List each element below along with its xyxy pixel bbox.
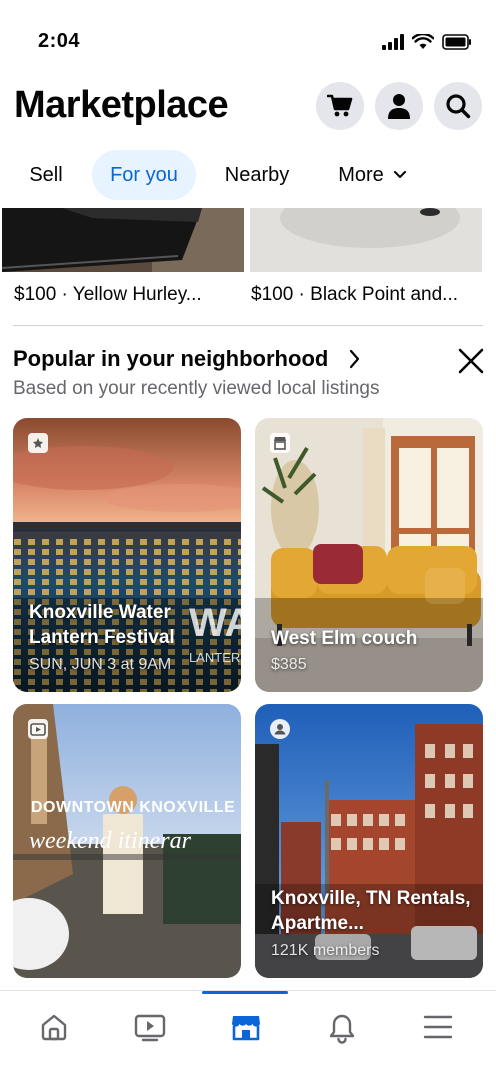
- tab-label: Sell: [29, 163, 63, 186]
- status-icons: [382, 34, 472, 50]
- page-title: Marketplace: [14, 84, 229, 126]
- status-time: 2:04: [38, 30, 81, 52]
- wifi-icon: [412, 34, 434, 49]
- nav-video[interactable]: [130, 1007, 170, 1047]
- section-subtitle: Based on your recently viewed local list…: [13, 378, 380, 399]
- video-icon: [134, 1014, 166, 1042]
- close-icon[interactable]: [458, 348, 484, 374]
- listing-caption[interactable]: $100 · Yellow Hurley...: [14, 284, 242, 306]
- video-icon: [27, 718, 49, 745]
- search-icon: [446, 94, 471, 119]
- tab-label: More: [338, 163, 384, 186]
- card-title: Knoxville, TN Rentals, Apartme...: [271, 888, 471, 934]
- home-icon: [41, 1014, 67, 1041]
- listing-row: $100 · Yellow Hurley... $100 · Black Poi…: [0, 208, 496, 318]
- bottom-nav: [0, 990, 496, 1078]
- marketplace-icon: [232, 1016, 260, 1041]
- chevron-down-icon: [393, 171, 406, 178]
- card-title: West Elm couch: [271, 628, 418, 649]
- card-meta: $385: [271, 656, 307, 673]
- card-title: Knoxville Water Lantern Festival: [29, 602, 175, 648]
- nav-home[interactable]: [34, 1007, 74, 1047]
- overlay-script: weekend itinerar: [29, 828, 192, 854]
- video-card[interactable]: DOWNTOWN KNOXVILLE weekend itinerar: [13, 704, 241, 978]
- section-title[interactable]: Popular in your neighborhood: [13, 346, 328, 372]
- profile-button[interactable]: [375, 82, 423, 130]
- card-photo: [255, 704, 483, 978]
- filter-tabs: Sell For you Nearby More: [0, 150, 496, 200]
- nav-notifications[interactable]: [322, 1007, 362, 1047]
- tab-nearby[interactable]: Nearby: [210, 150, 304, 200]
- listing-image[interactable]: [250, 208, 482, 272]
- overlay-text: DOWNTOWN KNOXVILLE: [31, 799, 235, 816]
- group-card[interactable]: Knoxville, TN Rentals, Apartme... 121K m…: [255, 704, 483, 978]
- person-icon: [388, 94, 410, 119]
- status-bar: 2:04: [0, 0, 496, 84]
- signal-icon: [382, 34, 404, 50]
- shop-icon: [269, 432, 291, 459]
- cart-button[interactable]: [316, 82, 364, 130]
- card-meta: SUN, JUN 3 at 9AM: [29, 656, 172, 673]
- card-photo: WAT LANTERN: [13, 418, 241, 692]
- event-icon: [27, 432, 49, 459]
- cart-icon: [327, 94, 353, 117]
- tab-label: Nearby: [224, 163, 290, 186]
- nav-marketplace[interactable]: [226, 1007, 266, 1047]
- tab-label: For you: [110, 163, 178, 186]
- overlay-subtext: LANTERN: [189, 650, 241, 665]
- active-tab-indicator: [202, 991, 288, 994]
- card-meta: 121K members: [271, 942, 380, 959]
- tab-for-you[interactable]: For you: [92, 150, 196, 200]
- search-button[interactable]: [434, 82, 482, 130]
- divider: [13, 325, 483, 326]
- bell-icon: [329, 1014, 355, 1044]
- card-photo: DOWNTOWN KNOXVILLE weekend itinerar: [13, 704, 241, 978]
- listing-photo: [2, 208, 244, 272]
- header: Marketplace: [0, 80, 496, 140]
- tab-sell[interactable]: Sell: [14, 150, 78, 200]
- nav-menu[interactable]: [418, 1007, 458, 1047]
- listing-image[interactable]: [2, 208, 244, 272]
- listing-card[interactable]: West Elm couch $385: [255, 418, 483, 692]
- listing-photo: [250, 208, 482, 272]
- tab-more[interactable]: More: [322, 150, 422, 200]
- group-icon: [269, 718, 291, 745]
- battery-icon: [442, 34, 471, 50]
- event-card[interactable]: WAT LANTERN Knoxville Water Lantern Fest…: [13, 418, 241, 692]
- menu-icon: [423, 1015, 453, 1039]
- listing-caption[interactable]: $100 · Black Point and...: [251, 284, 481, 306]
- chevron-right-icon[interactable]: [348, 348, 362, 370]
